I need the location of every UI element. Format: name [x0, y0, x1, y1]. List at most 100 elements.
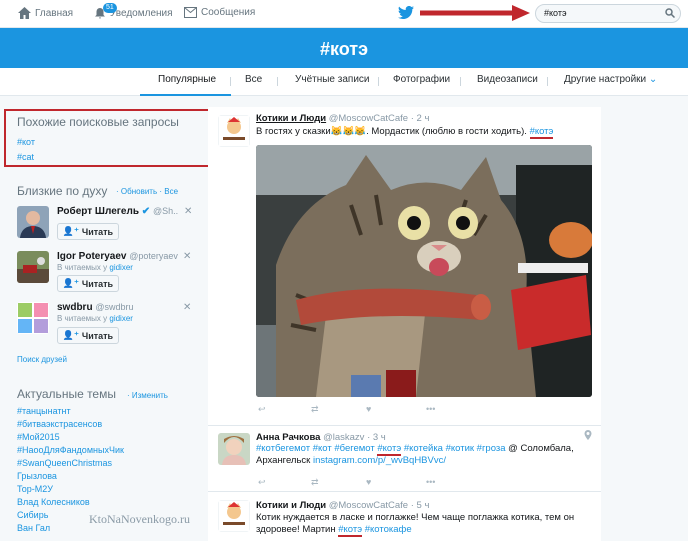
follow-button[interactable]: 👤⁺ Читать: [57, 275, 119, 292]
avatar[interactable]: [17, 251, 49, 283]
hashtag-link[interactable]: #котейка #котик #гроза: [404, 443, 506, 454]
similar-search-link[interactable]: #кот: [17, 137, 35, 147]
suggested-handle: @Sh..: [152, 206, 179, 216]
avatar[interactable]: [17, 302, 49, 334]
retweet-icon[interactable]: ⇄: [311, 477, 319, 488]
tweet-time[interactable]: · 3 ч: [367, 432, 386, 443]
instagram-link[interactable]: instagram.com/p/_wvBqHBVvc/: [313, 455, 446, 466]
suggested-name-text: Igor Poteryaev: [57, 251, 127, 262]
context-user-link[interactable]: gidixer: [109, 314, 133, 323]
tweet-time[interactable]: · 2 ч: [411, 113, 430, 124]
reply-icon[interactable]: ↩: [258, 404, 266, 415]
trend-item[interactable]: Тор-М2У: [17, 484, 53, 494]
tweet-text-body: Котик нуждается в ласке и поглажке! Чем …: [256, 512, 575, 535]
suggested-account: swdbru @swdbru В читаемых у gidixer 👤⁺ Чи…: [17, 302, 207, 348]
similar-search-link[interactable]: #cat: [17, 152, 34, 162]
trend-item[interactable]: Сибирь: [17, 510, 48, 520]
active-tab-indicator: [140, 94, 231, 96]
nav-notifications-label: Уведомления: [110, 7, 173, 19]
retweet-icon[interactable]: ⇄: [311, 404, 319, 415]
home-icon: [18, 7, 31, 19]
tweet-time[interactable]: · 5 ч: [411, 500, 430, 511]
suggested-context: В читаемых у gidixer: [57, 263, 133, 272]
follow-button[interactable]: 👤⁺ Читать: [57, 223, 119, 240]
tweet-text: #котбегемот #кот #бегемот #котэ #котейка…: [256, 443, 586, 467]
tab-top[interactable]: Популярные: [158, 74, 216, 85]
search-query-title: #котэ: [319, 39, 369, 59]
tweet-author-handle[interactable]: @MoscowCatCafe: [329, 500, 408, 511]
avatar[interactable]: [218, 115, 250, 147]
nav-home[interactable]: Главная: [18, 7, 73, 19]
suggested-context-text: В читаемых у: [57, 263, 108, 272]
tweet-author-name[interactable]: Котики и Люди: [256, 113, 326, 124]
suggested-name[interactable]: Роберт Шлегель ✔ @Sh..: [57, 206, 178, 217]
hashtag-link[interactable]: #котэ: [529, 126, 554, 139]
nav-messages-label: Сообщения: [201, 7, 256, 18]
watermark: KtoNaNovenkogo.ru: [89, 512, 190, 526]
find-friends-link[interactable]: Поиск друзей: [17, 355, 67, 364]
tweet-actions: ↩ ⇄ ♥ •••: [256, 477, 456, 491]
avatar[interactable]: [218, 433, 250, 465]
trend-item[interactable]: #НаооДляФандомныхЧик: [17, 445, 124, 455]
view-all-link[interactable]: Все: [164, 187, 178, 196]
follow-button[interactable]: 👤⁺ Читать: [57, 327, 119, 344]
hashtag-link[interactable]: #котбегемот #кот #бегемот: [256, 443, 375, 454]
avatar[interactable]: [17, 206, 49, 238]
twitter-bird-icon[interactable]: [398, 6, 414, 19]
trend-item[interactable]: Грызлова: [17, 471, 57, 481]
context-user-link[interactable]: gidixer: [109, 263, 133, 272]
suggested-name[interactable]: swdbru @swdbru: [57, 302, 134, 313]
location-pin-icon: [584, 430, 592, 440]
dismiss-icon[interactable]: ✕: [184, 206, 192, 217]
tweet-text-body: В гостях у сказки😹😹😹. Мордастик (люблю в…: [256, 126, 527, 137]
red-arrow-annotation: [420, 5, 530, 21]
tweet-text: Котик нуждается в ласке и поглажке! Чем …: [256, 512, 586, 537]
like-icon[interactable]: ♥: [366, 404, 371, 414]
tab-videos[interactable]: Видеозаписи: [477, 74, 538, 85]
trends-change-link[interactable]: · Изменить: [127, 391, 168, 400]
bell-icon: 51: [94, 3, 117, 19]
tab-more-settings-label: Другие настройки: [564, 74, 647, 85]
nav-notifications[interactable]: 51 Уведомления: [94, 3, 173, 19]
verified-icon: ✔: [141, 206, 151, 217]
tweet-photo[interactable]: [256, 145, 592, 397]
tweet-author-name[interactable]: Анна Рачкова: [256, 432, 320, 443]
suggested-name-text: swdbru: [57, 302, 93, 313]
who-to-follow-links: · Обновить · Все: [116, 187, 179, 196]
tweet-author-handle[interactable]: @MoscowCatCafe: [329, 113, 408, 124]
who-to-follow-title: Близкие по духу: [17, 184, 108, 198]
trend-item[interactable]: #Мой2015: [17, 432, 60, 442]
trend-item[interactable]: #SwanQueenChristmas: [17, 458, 112, 468]
tab-all[interactable]: Все: [245, 74, 262, 85]
dismiss-icon[interactable]: ✕: [183, 302, 191, 313]
nav-messages[interactable]: Сообщения: [184, 7, 255, 18]
tab-photos[interactable]: Фотографии: [393, 74, 450, 85]
search-input[interactable]: #котэ: [535, 4, 681, 23]
like-icon[interactable]: ♥: [366, 477, 371, 487]
more-icon[interactable]: •••: [426, 404, 435, 414]
tab-separator: [230, 77, 231, 86]
refresh-link[interactable]: Обновить: [121, 187, 157, 196]
tab-more-settings[interactable]: Другие настройки ⌄: [564, 74, 657, 85]
tab-separator: [547, 77, 548, 86]
tweet-author-handle[interactable]: @laskazv: [323, 432, 364, 443]
tweet-actions: ↩ ⇄ ♥ •••: [256, 404, 456, 418]
search-icon[interactable]: [665, 8, 675, 18]
trends-title: Актуальные темы: [17, 387, 116, 401]
tweet-author-name[interactable]: Котики и Люди: [256, 500, 326, 511]
tweet-header: Котики и Люди @MoscowCatCafe · 2 ч: [256, 113, 429, 124]
hashtag-link[interactable]: #котэ: [338, 524, 363, 537]
trend-item[interactable]: #битваэкстрасенсов: [17, 419, 102, 429]
trend-item[interactable]: #танцынатнт: [17, 406, 71, 416]
suggested-name[interactable]: Igor Poteryaev @poteryaev: [57, 251, 178, 262]
follow-button-label: Читать: [81, 226, 114, 237]
trend-item[interactable]: Ван Гал: [17, 523, 50, 533]
follow-button-label: Читать: [81, 278, 114, 289]
hashtag-link[interactable]: #котокафе: [365, 524, 412, 535]
more-icon[interactable]: •••: [426, 477, 435, 487]
dismiss-icon[interactable]: ✕: [183, 251, 191, 262]
reply-icon[interactable]: ↩: [258, 477, 266, 488]
trend-item[interactable]: Влад Колесников: [17, 497, 90, 507]
tab-accounts[interactable]: Учётные записи: [295, 74, 370, 85]
avatar[interactable]: [218, 500, 250, 532]
